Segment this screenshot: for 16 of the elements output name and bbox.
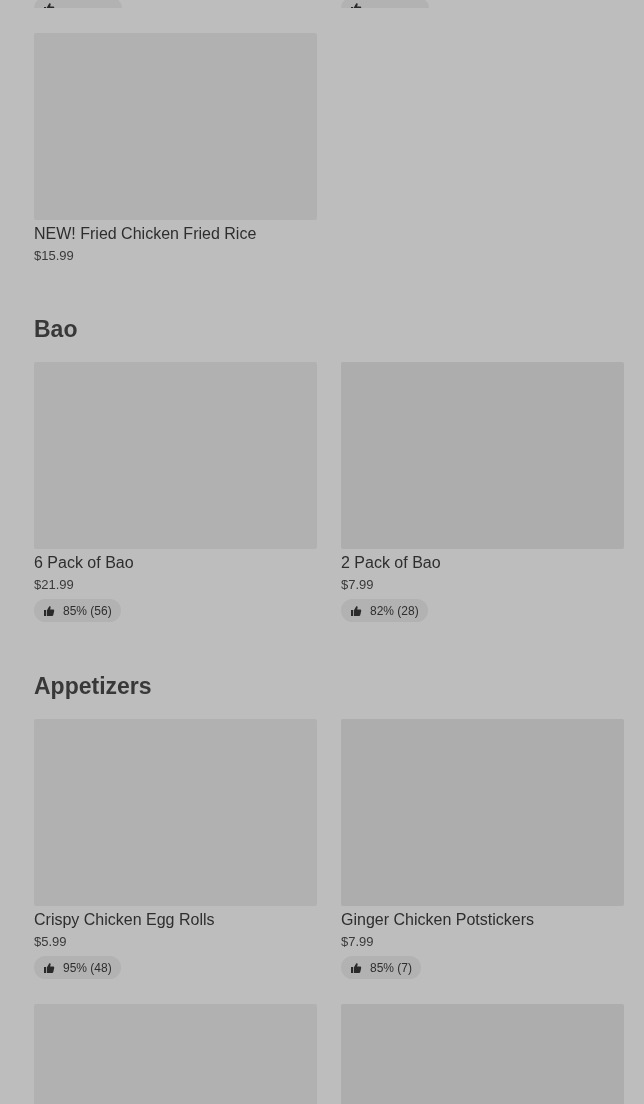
dish-price: $21.99 <box>34 576 75 594</box>
dish-name[interactable]: NEW! Fried Chicken Fried Rice <box>34 223 317 245</box>
rating-text: 82% (28) <box>370 603 419 618</box>
section-heading: Appetizers <box>34 672 153 701</box>
rating-text: 85% (56) <box>63 603 112 618</box>
rating-text: 85% (7) <box>370 960 413 975</box>
dish-price: $15.99 <box>34 247 75 265</box>
section-heading: Bao <box>34 315 79 344</box>
dish-name[interactable]: Crispy Chicken Egg Rolls <box>34 909 317 931</box>
dish-price: $7.99 <box>341 576 375 594</box>
rating-text: 95% (48) <box>63 960 112 975</box>
dish-name[interactable]: 6 Pack of Bao <box>34 552 317 574</box>
dish-price: $5.99 <box>34 933 68 951</box>
dish-name[interactable]: 2 Pack of Bao <box>341 552 624 574</box>
dish-price: $7.99 <box>341 933 375 951</box>
dish-name[interactable]: Ginger Chicken Potstickers <box>341 909 624 931</box>
